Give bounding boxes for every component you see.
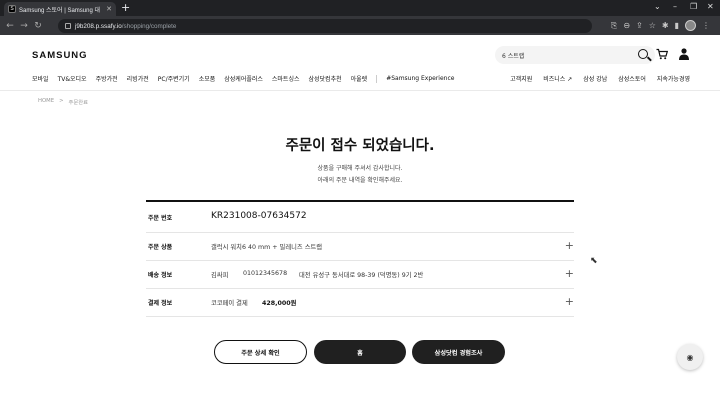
nav-item-business[interactable]: 비즈니스 ↗ [543,74,572,83]
recipient-name: 김싸피 [211,272,229,279]
nav-item-mobile[interactable]: 모바일 [32,74,49,83]
expand-payment-icon[interactable]: + [565,296,574,307]
breadcrumb-separator: > [59,98,64,104]
minimize-icon[interactable]: – [673,1,677,13]
nav-item-smartthings[interactable]: 스마트싱스 [272,74,300,83]
main-nav: 모바일 TV&오디오 주방가전 리빙가전 PC/주변기기 소모품 삼성케어플러스… [32,74,454,83]
tab-title: Samsung 스토어 | Samsung 대 [19,7,101,14]
cart-icon[interactable] [656,48,668,60]
order-number-row: 주문 번호 KR231008-07634572 [146,201,574,233]
mouse-cursor-icon: ⬉ [590,256,598,266]
search-icon[interactable] [638,49,648,59]
nav-item-support[interactable]: 고객지원 [510,74,532,83]
site-info-icon[interactable] [65,23,71,29]
nav-divider [376,74,378,83]
delivery-address: 대전 유성구 동서대로 98-39 (덕명동) 9기 2반 [299,272,424,279]
window-dropdown-icon[interactable]: ⌄ [654,1,661,13]
order-number-label: 주문 번호 [148,215,173,222]
order-detail-button[interactable]: 주문 상세 확인 [214,340,307,364]
delivery-info-label: 배송 정보 [148,272,173,279]
profile-avatar[interactable] [685,20,696,31]
extensions-area: ⎘ ⊖ ⇪ ☆ ✱ ▮ ⋮ [611,19,710,32]
samsung-favicon-icon: S [8,5,16,13]
search-input[interactable] [502,51,627,59]
payment-info-row[interactable]: 결제 정보 코코페이 결제 428,000원 + [146,289,574,317]
nav-item-recommend[interactable]: 삼성닷컴추천 [309,74,342,83]
user-icon[interactable] [679,48,689,60]
zoom-icon[interactable]: ⊖ [623,19,630,32]
browser-toolbar: ← → ↻ j9b208.p.ssafy.io/shopping/complet… [0,16,720,35]
close-window-icon[interactable]: ✕ [707,1,714,13]
install-app-icon[interactable]: ⎘ [611,19,617,32]
chatbot-icon[interactable]: ◉ [677,344,703,370]
nav-item-experience[interactable]: #Samsung Experience [386,75,454,82]
browser-tab[interactable]: S Samsung 스토어 | Samsung 대 ✕ [4,2,116,16]
nav-item-store[interactable]: 삼성스토어 [618,74,646,83]
home-button[interactable]: 홈 [314,340,406,364]
expand-product-icon[interactable]: + [565,240,574,251]
order-product-label: 주문 상품 [148,244,173,251]
breadcrumb-current: 주문완료 [68,100,89,106]
nav-item-consumables[interactable]: 소모품 [199,74,216,83]
bookmark-star-icon[interactable]: ☆ [649,19,656,32]
url-text: j9b208.p.ssafy.io/shopping/complete [75,22,177,30]
order-product-value: 갤럭시 워치6 40 mm + 밀레니즈 스트랩 [211,244,323,251]
breadcrumb: HOME > 주문완료 [38,98,88,106]
extensions-puzzle-icon[interactable]: ✱ [662,19,669,32]
new-tab-button[interactable]: + [121,2,130,14]
browser-tab-strip: S Samsung 스토어 | Samsung 대 ✕ + ⌄ – ❐ ✕ [0,0,720,16]
page-title: 주문이 접수 되었습니다. [285,138,435,154]
utility-nav: 고객지원 비즈니스 ↗ 삼성 강남 삼성스토어 지속가능경영 [510,74,690,83]
address-bar[interactable]: j9b208.p.ssafy.io/shopping/complete [58,19,592,33]
delivery-info-row[interactable]: 배송 정보 김싸피 01012345678 대전 유성구 동서대로 98-39 … [146,261,574,289]
nav-item-care-plus[interactable]: 삼성케어플러스 [224,74,263,83]
nav-item-pc[interactable]: PC/주변기기 [158,74,190,83]
payment-amount: 428,000원 [262,300,297,307]
nav-item-kitchen[interactable]: 주방가전 [96,74,118,83]
recipient-phone: 01012345678 [243,270,288,277]
menu-dots-icon[interactable]: ⋮ [702,19,710,32]
nav-item-living[interactable]: 리빙가전 [127,74,149,83]
samsung-logo[interactable]: SAMSUNG [32,50,88,61]
expand-delivery-icon[interactable]: + [565,268,574,279]
search-box[interactable] [495,46,655,64]
breadcrumb-home[interactable]: HOME [38,98,54,106]
close-tab-icon[interactable]: ✕ [106,5,112,13]
nav-item-gangnam[interactable]: 삼성 강남 [583,74,607,83]
check-order-text: 아래의 주문 내역을 확인해주세요. [317,177,403,184]
payment-info-label: 결제 정보 [148,300,173,307]
forward-icon[interactable]: → [17,21,31,31]
order-product-row[interactable]: 주문 상품 갤럭시 워치6 40 mm + 밀레니즈 스트랩 + [146,233,574,261]
thanks-text: 상품을 구매해 주셔서 감사합니다. [317,165,403,172]
nav-item-outlet[interactable]: 아울렛 [351,74,368,83]
payment-method: 코코페이 결제 [211,300,248,307]
share-icon[interactable]: ⇪ [636,19,643,32]
header-divider [0,90,720,91]
side-panel-icon[interactable]: ▮ [675,19,679,32]
survey-button[interactable]: 삼성닷컴 경험조사 [412,340,505,364]
maximize-icon[interactable]: ❐ [690,1,697,13]
back-icon[interactable]: ← [3,21,17,31]
order-number-value: KR231008-07634572 [211,211,307,221]
reload-icon[interactable]: ↻ [31,21,45,31]
nav-item-tv-audio[interactable]: TV&오디오 [58,74,87,83]
nav-item-sustainability[interactable]: 지속가능경영 [657,74,690,83]
